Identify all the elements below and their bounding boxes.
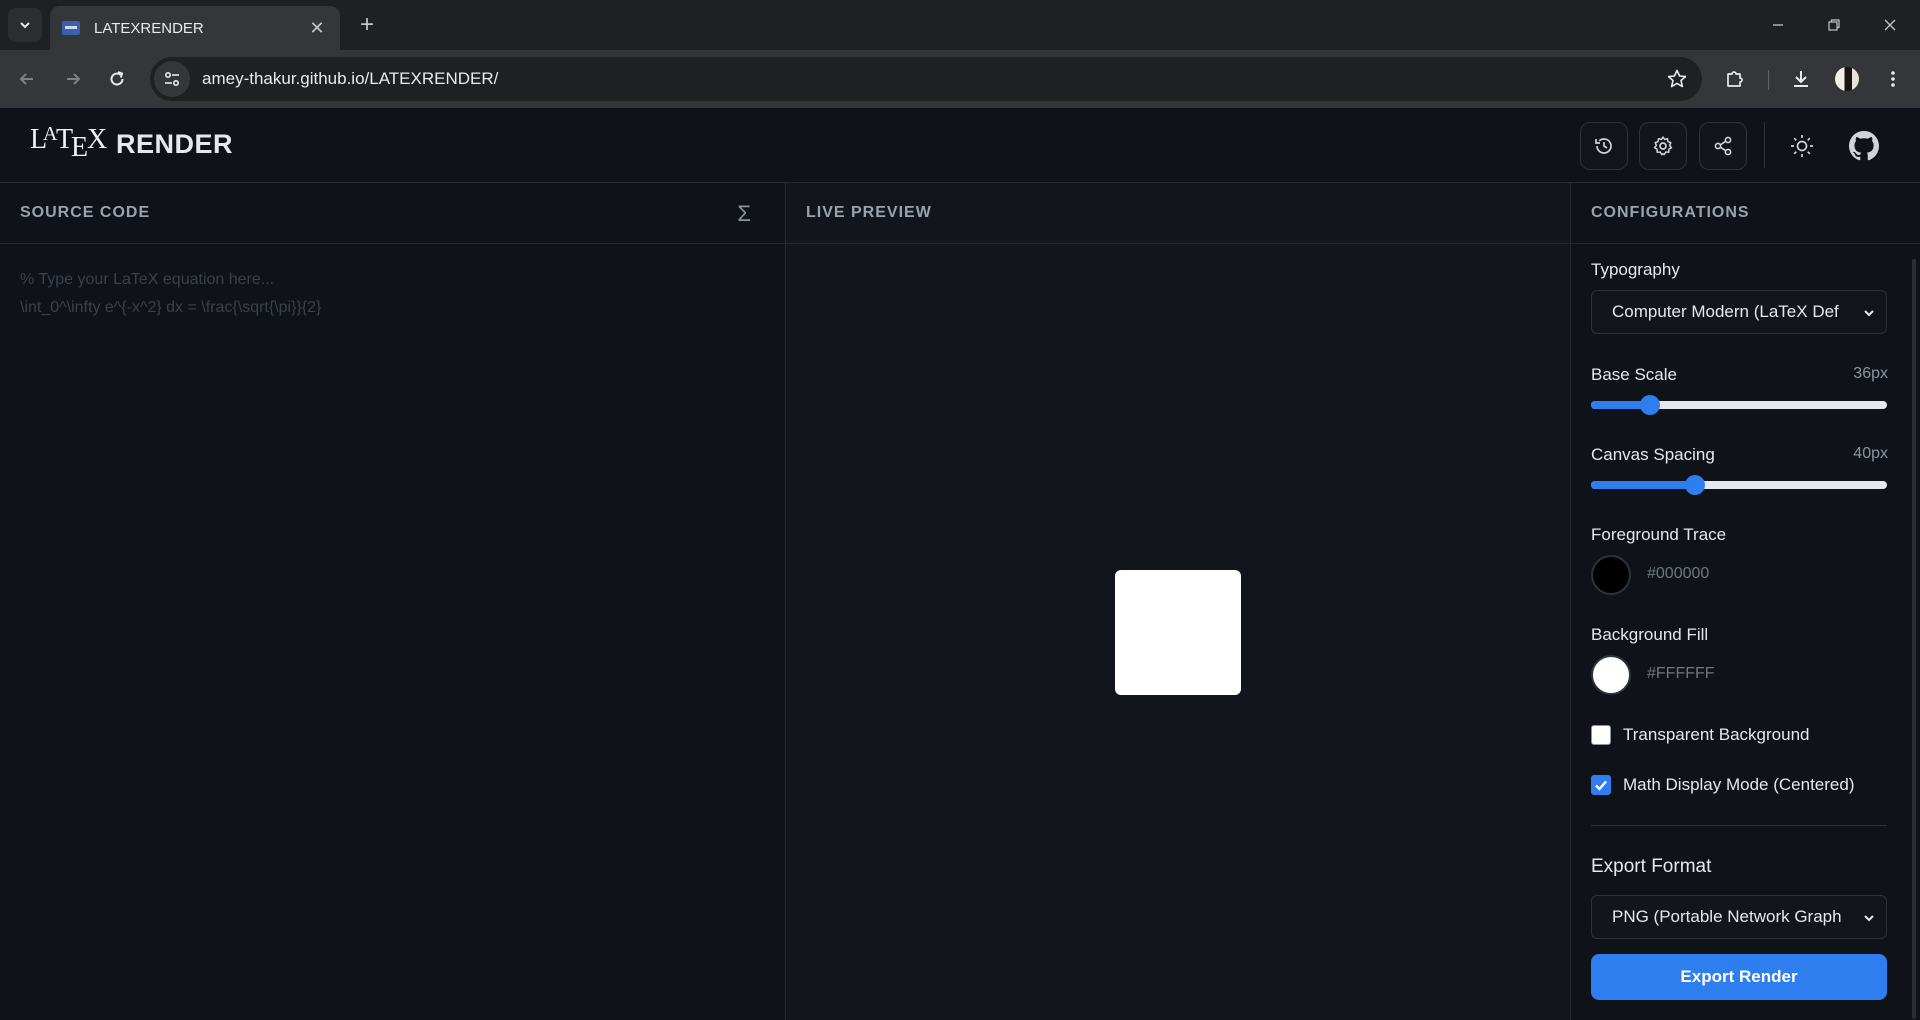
extensions-button[interactable] xyxy=(1718,62,1752,96)
reload-icon xyxy=(110,71,124,86)
chevron-down-icon xyxy=(20,22,30,29)
base-scale-value: 36px xyxy=(1853,365,1888,382)
download-icon xyxy=(1794,71,1808,87)
live-preview-title: LIVE PREVIEW xyxy=(806,204,932,221)
settings-icon xyxy=(1653,136,1673,156)
foreground-trace-label: Foreground Trace xyxy=(1591,525,1727,544)
typography-select[interactable]: Computer Modern (LaTeX Def xyxy=(1591,290,1887,334)
config-divider xyxy=(1591,825,1887,826)
history-button[interactable] xyxy=(1580,122,1628,170)
render-canvas xyxy=(1115,570,1241,695)
checkmark-icon xyxy=(1595,780,1607,791)
address-bar[interactable]: amey-thakur.github.io/LATEXRENDER/ xyxy=(150,57,1702,101)
profile-button[interactable] xyxy=(1830,62,1864,96)
latex-editor[interactable]: % Type your LaTeX equation here... \int_… xyxy=(0,244,785,344)
toolbar-divider xyxy=(1768,70,1769,90)
foreground-hex: #000000 xyxy=(1647,565,1710,582)
export-format-value: PNG (Portable Network Graph xyxy=(1612,907,1842,926)
share-button[interactable] xyxy=(1699,122,1747,170)
tab-search-button[interactable] xyxy=(8,8,42,42)
downloads-button[interactable] xyxy=(1784,62,1818,96)
base-scale-label: Base Scale xyxy=(1591,365,1677,384)
reload-button[interactable] xyxy=(100,62,134,96)
avatar xyxy=(1835,67,1859,91)
url-text: amey-thakur.github.io/LATEXRENDER/ xyxy=(202,69,499,88)
background-hex: #FFFFFF xyxy=(1647,665,1715,682)
base-scale-thumb[interactable] xyxy=(1640,395,1661,415)
sun-icon xyxy=(1791,135,1813,157)
logo-render-text: RENDER xyxy=(116,129,234,159)
close-window-button[interactable] xyxy=(1862,0,1918,50)
github-icon xyxy=(1849,131,1879,161)
source-code-header: SOURCE CODE xyxy=(0,183,785,244)
bookmark-star-icon[interactable] xyxy=(1666,68,1688,95)
math-display-mode-checkbox[interactable] xyxy=(1591,775,1611,795)
base-scale-slider[interactable] xyxy=(1591,395,1887,415)
sigma-symbols-button[interactable]: Σ xyxy=(737,201,751,227)
tab-close-icon[interactable]: ✕ xyxy=(306,18,328,39)
live-preview-header: LIVE PREVIEW xyxy=(786,183,1570,244)
transparent-background-checkbox[interactable] xyxy=(1591,725,1611,745)
history-icon xyxy=(1595,138,1612,154)
background-fill-label: Background Fill xyxy=(1591,625,1709,644)
configurations-title: CONFIGURATIONS xyxy=(1591,204,1750,221)
browser-menu-button[interactable] xyxy=(1876,62,1910,96)
restore-button[interactable] xyxy=(1806,0,1862,50)
foreground-color-swatch[interactable] xyxy=(1591,555,1631,595)
app-logo[interactable]: L A T E X RENDER xyxy=(30,123,234,166)
live-preview-pane: LIVE PREVIEW xyxy=(786,183,1571,1020)
editor-placeholder-line-2: \int_0^\infty e^{-x^2} dx = \frac{\sqrt{… xyxy=(20,299,322,316)
back-button[interactable] xyxy=(10,62,44,96)
minimize-button[interactable] xyxy=(1750,0,1806,50)
browser-tabstrip: LATEXRENDER ✕ + xyxy=(0,0,1920,50)
github-link[interactable] xyxy=(1840,122,1888,170)
restore-icon xyxy=(1828,19,1840,31)
header-divider xyxy=(1764,122,1765,168)
typography-value: Computer Modern (LaTeX Def xyxy=(1612,302,1839,321)
canvas-spacing-slider[interactable] xyxy=(1591,475,1887,495)
math-display-mode-label[interactable]: Math Display Mode (Centered) xyxy=(1623,775,1854,795)
new-tab-button[interactable]: + xyxy=(352,10,382,40)
configurations-header: CONFIGURATIONS xyxy=(1571,183,1920,244)
export-format-label: Export Format xyxy=(1591,856,1712,877)
site-favicon-icon xyxy=(62,21,80,35)
browser-toolbar: amey-thakur.github.io/LATEXRENDER/ xyxy=(0,50,1920,108)
svg-text:X: X xyxy=(87,124,107,155)
typography-label: Typography xyxy=(1591,260,1680,279)
export-format-select[interactable]: PNG (Portable Network Graph xyxy=(1591,895,1887,939)
canvas-spacing-fill xyxy=(1591,481,1695,489)
canvas-spacing-value: 40px xyxy=(1853,445,1888,462)
tab-title: LATEXRENDER xyxy=(94,19,204,37)
source-code-title: SOURCE CODE xyxy=(20,204,151,221)
canvas-spacing-thumb[interactable] xyxy=(1684,475,1705,495)
tune-icon xyxy=(164,71,180,87)
background-color-swatch[interactable] xyxy=(1591,655,1631,695)
browser-tab[interactable]: LATEXRENDER ✕ xyxy=(50,6,340,50)
more-vertical-icon xyxy=(1891,71,1895,87)
close-icon xyxy=(1884,19,1896,31)
source-code-pane: SOURCE CODE Σ % Type your LaTeX equation… xyxy=(0,183,786,1020)
arrow-left-icon xyxy=(19,73,33,85)
theme-toggle-button[interactable] xyxy=(1778,122,1826,170)
share-icon xyxy=(1714,136,1732,156)
site-info-button[interactable] xyxy=(154,61,190,97)
chevron-down-icon xyxy=(1864,310,1874,317)
editor-placeholder-line-1: % Type your LaTeX equation here... xyxy=(20,271,275,288)
svg-text:E: E xyxy=(71,132,87,158)
app-header: L A T E X RENDER xyxy=(0,108,1920,183)
chevron-down-icon xyxy=(1864,915,1874,922)
logo-tex-mark: L A T E X xyxy=(30,122,110,166)
settings-button[interactable] xyxy=(1639,122,1687,170)
export-render-button[interactable]: Export Render xyxy=(1591,954,1887,1000)
canvas-spacing-label: Canvas Spacing xyxy=(1591,445,1715,464)
config-scrollbar[interactable] xyxy=(1912,259,1916,1019)
arrow-right-icon xyxy=(67,73,81,85)
configurations-pane: CONFIGURATIONS Typography Computer Moder… xyxy=(1571,183,1920,1020)
transparent-background-label[interactable]: Transparent Background xyxy=(1623,725,1809,745)
minimize-icon xyxy=(1773,24,1783,26)
puzzle-icon xyxy=(1727,71,1743,87)
forward-button[interactable] xyxy=(56,62,90,96)
